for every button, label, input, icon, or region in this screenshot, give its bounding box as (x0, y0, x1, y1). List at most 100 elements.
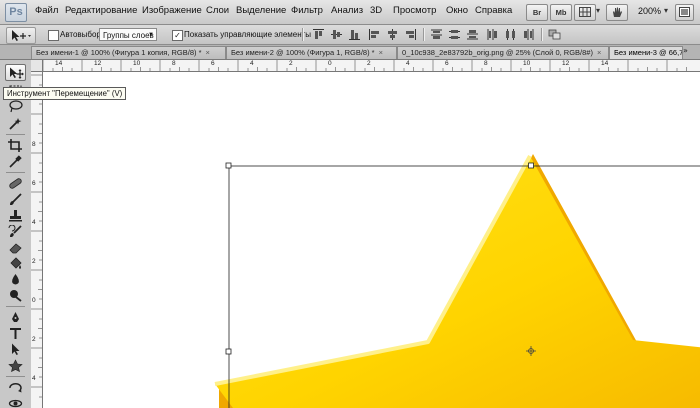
align-right-icon[interactable] (404, 28, 417, 41)
separator (6, 306, 25, 307)
eraser-tool[interactable] (5, 239, 26, 256)
extras-button[interactable] (574, 4, 596, 21)
blur-tool[interactable] (5, 271, 26, 288)
tab-label: Без имени-3 @ 66,7% (614, 48, 683, 57)
zoom-dropdown-icon[interactable]: ▾ (664, 6, 668, 15)
more-tabs-icon[interactable]: » (683, 46, 688, 55)
ruler-label: 0 (32, 297, 36, 304)
auto-select-dropdown[interactable]: Группы слоев ▼ (99, 28, 157, 41)
distribute-right-icon[interactable] (522, 28, 535, 41)
options-bar: Автовыбор: Группы слоев ▼ ✓ Показать упр… (0, 25, 700, 45)
paint-bucket-icon (10, 257, 22, 269)
close-icon[interactable]: × (379, 48, 383, 57)
clone-stamp-tool[interactable] (5, 207, 26, 224)
vertical-ruler[interactable]: 8 6 4 2 0 2 4 (31, 71, 43, 408)
magic-wand-icon (9, 118, 22, 130)
pen-icon (12, 312, 19, 322)
mini-bridge-button[interactable]: Mb (550, 4, 572, 21)
brush-tool[interactable] (5, 191, 26, 208)
auto-select-label: Автовыбор: (60, 30, 104, 39)
align-hcenter-icon[interactable] (386, 28, 399, 41)
brush-icon (10, 193, 22, 205)
path-select-tool[interactable] (5, 341, 26, 358)
show-transform-checkbox[interactable]: ✓ (172, 30, 183, 41)
crop-tool[interactable] (5, 137, 26, 154)
lasso-tool[interactable] (5, 98, 26, 115)
drop-icon (12, 274, 19, 285)
zoom-level[interactable]: 200% (638, 6, 661, 16)
pen-tool[interactable] (5, 309, 26, 326)
transform-handle-top-left[interactable] (225, 162, 232, 169)
chevron-down-icon: ▼ (148, 32, 154, 38)
ruler-label: 6 (445, 60, 449, 67)
screen-mode-button[interactable] (675, 4, 694, 21)
menu-filter[interactable]: Фильтр (291, 5, 323, 16)
dodge-tool[interactable] (5, 287, 26, 304)
menu-view[interactable]: Просмотр (393, 5, 436, 16)
type-icon (10, 328, 21, 339)
shape-tool[interactable] (5, 357, 26, 374)
menu-file[interactable]: Файл (35, 5, 58, 16)
distribute-hcenter-icon[interactable] (504, 28, 517, 41)
align-top-icon[interactable] (312, 28, 325, 41)
dodge-icon (10, 290, 22, 302)
type-tool[interactable] (5, 325, 26, 342)
close-icon[interactable]: × (597, 48, 601, 57)
ruler-label: 8 (172, 60, 176, 67)
menu-edit[interactable]: Редактирование (65, 5, 137, 16)
separator (302, 28, 304, 41)
extras-dropdown-icon[interactable]: ▾ (596, 6, 600, 15)
horizontal-ruler[interactable]: 14 12 10 8 6 4 2 0 2 4 6 8 10 12 14 (31, 60, 700, 72)
eyedropper-tool[interactable] (5, 153, 26, 170)
3d-orbit-tool[interactable] (5, 395, 26, 408)
tab-document-4[interactable]: Без имени-3 @ 66,7% (609, 46, 683, 59)
gradient-tool[interactable] (5, 255, 26, 272)
healing-brush-tool[interactable] (5, 175, 26, 192)
tab-document-1[interactable]: Без имени-1 @ 100% (Фигура 1 копия, RGB/… (31, 46, 226, 59)
path-select-icon (12, 343, 20, 355)
ruler-label: 6 (211, 60, 215, 67)
auto-align-layers-icon[interactable] (548, 28, 561, 41)
tab-document-2[interactable]: Без имени-2 @ 100% (Фигура 1, RGB/8) * × (226, 46, 397, 59)
history-brush-tool[interactable] (5, 223, 26, 240)
ruler-origin[interactable] (31, 60, 43, 72)
menu-select[interactable]: Выделение (236, 5, 286, 16)
separator (6, 376, 25, 377)
transform-handle-top[interactable] (528, 162, 534, 169)
ruler-label: 8 (484, 60, 488, 67)
distribute-vcenter-icon[interactable] (448, 28, 461, 41)
align-bottom-icon[interactable] (348, 28, 361, 41)
bridge-button[interactable]: Br (526, 4, 548, 21)
separator (6, 134, 25, 135)
bandage-icon (9, 178, 22, 189)
tab-label: Без имени-1 @ 100% (Фигура 1 копия, RGB/… (36, 48, 202, 57)
menu-analysis[interactable]: Анализ (331, 5, 363, 16)
menu-layers[interactable]: Слои (206, 5, 229, 16)
ruler-label: 2 (289, 60, 293, 67)
move-tool[interactable] (5, 64, 26, 81)
menu-help[interactable]: Справка (475, 5, 512, 16)
distribute-top-icon[interactable] (430, 28, 443, 41)
ruler-ticks (42, 60, 687, 71)
auto-select-checkbox[interactable] (48, 30, 59, 41)
canvas-artwork (214, 154, 700, 408)
3d-orbit-icon (8, 399, 23, 408)
distribute-left-icon[interactable] (486, 28, 499, 41)
ruler-label: 4 (32, 219, 36, 226)
menu-image[interactable]: Изображение (142, 5, 202, 16)
tab-document-3[interactable]: 0_10c938_2e83792b_orig.png @ 25% (Слой 0… (397, 46, 609, 59)
tool-preset-picker[interactable] (6, 27, 36, 44)
align-left-icon[interactable] (368, 28, 381, 41)
3d-rotate-tool[interactable] (5, 379, 26, 396)
quick-select-tool[interactable] (5, 115, 26, 132)
close-icon[interactable]: × (206, 48, 210, 57)
separator (541, 28, 543, 41)
menu-3d[interactable]: 3D (370, 5, 382, 16)
hand-view-button[interactable] (606, 4, 628, 21)
menu-window[interactable]: Окно (446, 5, 468, 16)
align-vcenter-icon[interactable] (330, 28, 343, 41)
move-tool-icon (12, 30, 31, 41)
document-canvas[interactable] (43, 72, 700, 408)
distribute-bottom-icon[interactable] (466, 28, 479, 41)
transform-handle-left[interactable] (225, 348, 232, 355)
